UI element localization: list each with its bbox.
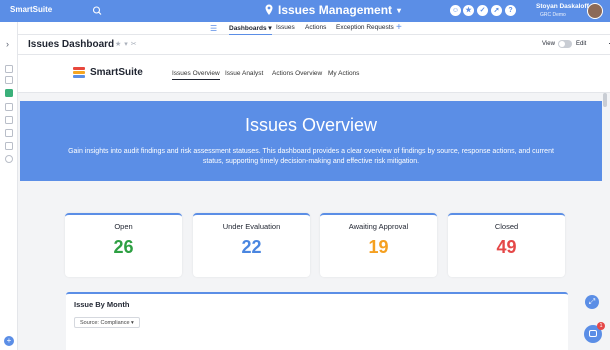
doc-icon[interactable] xyxy=(5,103,13,111)
stat-label: Open xyxy=(114,222,133,231)
rocket-icon[interactable]: ➚ xyxy=(491,5,502,16)
doc-icon[interactable] xyxy=(5,116,13,124)
chat-support-button[interactable]: 1 xyxy=(584,322,605,343)
chevron-right-icon: › xyxy=(6,39,9,49)
tab-issue-analyst[interactable]: Issue Analyst xyxy=(225,70,263,77)
page-title: Issues Dashboard xyxy=(28,39,115,50)
logo-text: SmartSuite xyxy=(90,67,143,78)
tab-exception-requests[interactable]: Exception Requests xyxy=(336,24,394,31)
solution-nav: ☰ Dashboards ▾ Issues Actions Exception … xyxy=(18,22,610,35)
stat-value: 49 xyxy=(496,237,517,257)
tab-my-actions[interactable]: My Actions xyxy=(328,70,359,77)
tab-actions[interactable]: Actions xyxy=(305,24,326,31)
tab-dashboards[interactable]: Dashboards ▾ xyxy=(229,24,272,35)
doc-icon[interactable] xyxy=(5,65,13,73)
stat-value: 19 xyxy=(368,237,389,257)
top-bar: SmartSuite Issues Management ▾ ☺ ★ ✓ ➚ ?… xyxy=(0,0,610,22)
location-pin-icon xyxy=(265,4,273,15)
panel-title: Issue By Month xyxy=(74,300,130,309)
smartsuite-logo-icon xyxy=(73,67,85,79)
left-rail: + xyxy=(0,22,18,350)
star-icon[interactable]: ★ xyxy=(463,5,474,16)
stat-label: Awaiting Approval xyxy=(348,222,409,231)
dashboard-header: SmartSuite Issues Overview Issue Analyst… xyxy=(18,55,610,93)
add-icon[interactable]: + xyxy=(4,336,14,346)
stat-value: 22 xyxy=(241,237,262,257)
workspace-title-text: Issues Management xyxy=(278,3,393,17)
stat-card-open: Open 26 xyxy=(65,213,182,277)
search-icon[interactable] xyxy=(92,4,102,18)
question-icon[interactable]: ? xyxy=(505,5,516,16)
scrollbar[interactable] xyxy=(603,93,607,107)
workspace-title[interactable]: Issues Management ▾ xyxy=(265,3,401,17)
expand-icon[interactable]: ⤢ xyxy=(585,295,599,309)
stat-card-under-evaluation: Under Evaluation 22 xyxy=(193,213,310,277)
title-bar: Issues Dashboard ★▾✂ View Edit ··· xyxy=(18,35,610,55)
notification-badge: 1 xyxy=(597,322,605,330)
doc-icon[interactable] xyxy=(5,142,13,150)
stat-label: Closed xyxy=(494,222,519,231)
chat-bubble-icon xyxy=(589,330,597,337)
user-org: GRC Demo xyxy=(540,12,566,18)
hero-banner: Issues Overview Gain insights into audit… xyxy=(20,101,602,181)
hero-description: Gain insights into audit findings and ri… xyxy=(68,148,554,165)
chevron-down-icon: ▾ xyxy=(397,5,402,15)
issue-by-month-panel: Issue By Month Source: Compliance ▾ xyxy=(66,292,568,350)
dashboard-icon[interactable] xyxy=(5,89,13,97)
stat-label: Under Evaluation xyxy=(222,222,281,231)
edit-toggle[interactable] xyxy=(558,40,572,48)
edit-label: Edit xyxy=(576,41,587,47)
source-filter-select[interactable]: Source: Compliance ▾ xyxy=(74,317,140,328)
doc-icon[interactable] xyxy=(5,129,13,137)
tab-actions-overview[interactable]: Actions Overview xyxy=(272,70,322,77)
tab-issues[interactable]: Issues xyxy=(276,24,295,31)
stat-card-closed: Closed 49 xyxy=(448,213,565,277)
add-tab-icon[interactable]: + xyxy=(396,22,402,33)
avatar[interactable] xyxy=(587,3,603,19)
brand-name[interactable]: SmartSuite xyxy=(10,5,52,14)
hero-title: Issues Overview xyxy=(244,115,378,135)
chat-icon[interactable]: ☺ xyxy=(450,5,461,16)
user-name[interactable]: Stoyan Daskaloff xyxy=(536,3,589,10)
favorite-icon[interactable]: ★▾✂ xyxy=(115,40,140,48)
tab-issues-overview[interactable]: Issues Overview xyxy=(172,70,220,80)
dashboard-content: Issues Overview Gain insights into audit… xyxy=(18,93,602,350)
settings-icon[interactable] xyxy=(5,155,13,163)
view-label: View xyxy=(542,41,555,47)
stat-card-awaiting-approval: Awaiting Approval 19 xyxy=(320,213,437,277)
menu-icon[interactable]: ☰ xyxy=(210,24,217,33)
check-icon[interactable]: ✓ xyxy=(477,5,488,16)
sidebar-collapse[interactable]: › xyxy=(0,35,18,55)
stat-value: 26 xyxy=(113,237,134,257)
doc-icon[interactable] xyxy=(5,76,13,84)
